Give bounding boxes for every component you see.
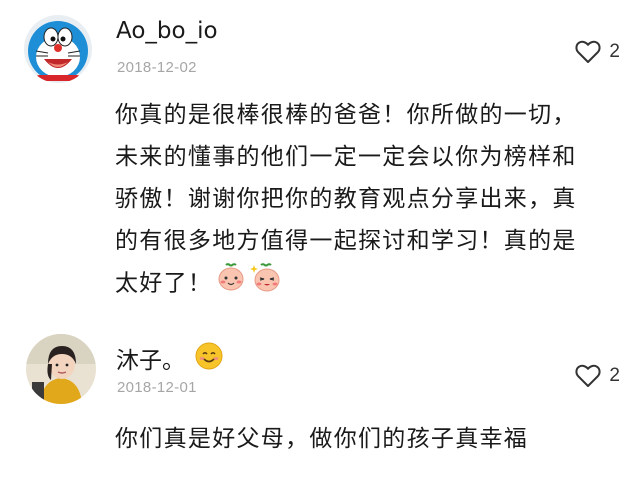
comment-date: 2018-12-02 xyxy=(117,59,197,76)
comment-text-line: 骄傲！谢谢你把你的教育观点分享出来，真 xyxy=(115,186,577,212)
smiley-face-emoji-icon xyxy=(195,342,223,376)
comment-date: 2018-12-01 xyxy=(117,379,197,396)
user-avatar[interactable] xyxy=(26,334,96,404)
like-button[interactable]: 2 xyxy=(575,40,620,64)
like-count: 2 xyxy=(609,365,620,386)
comment-text: 你们真是好父母，做你们的孩子真幸福 xyxy=(115,418,620,460)
peach-cheeky-emoji-icon xyxy=(216,262,246,306)
comment-text-line: 你们真是好父母，做你们的孩子真幸福 xyxy=(115,426,529,452)
comment-username[interactable]: Ao_bo_io xyxy=(116,18,218,44)
comment-text-line: 你真的是很棒很棒的爸爸！你所做的一切， xyxy=(115,102,577,128)
like-button[interactable]: 2 xyxy=(575,364,620,388)
comment-text-last-line: 太好了！ xyxy=(115,262,620,306)
comment-text-line: 未来的懂事的他们一定一定会以你为榜样和 xyxy=(115,144,577,170)
comment-username[interactable]: 沐子。 xyxy=(116,341,223,379)
comment-item: Ao_bo_io 2018-12-02 2 你真的是很棒很棒的爸爸！你所做的一切… xyxy=(0,0,640,300)
child-photo-avatar-icon xyxy=(26,334,96,404)
peach-sparkle-emoji-icon xyxy=(250,262,282,306)
comment-text: 你真的是很棒很棒的爸爸！你所做的一切， 未来的懂事的他们一定一定会以你为榜样和 … xyxy=(115,94,620,306)
comment-text-line: 的有很多地方值得一起探讨和学习！真的是 xyxy=(115,228,577,254)
username-text: 沐子。 xyxy=(116,348,185,374)
comment-text-line: 太好了！ xyxy=(115,270,213,297)
doraemon-avatar-icon xyxy=(24,15,92,83)
user-avatar[interactable] xyxy=(24,15,92,83)
comment-item: 沐子。 2018-12-01 2 你们真是好父母，做你们的孩子真幸福 xyxy=(0,320,640,484)
heart-icon xyxy=(575,364,601,387)
heart-icon xyxy=(575,40,601,63)
like-count: 2 xyxy=(609,41,620,62)
